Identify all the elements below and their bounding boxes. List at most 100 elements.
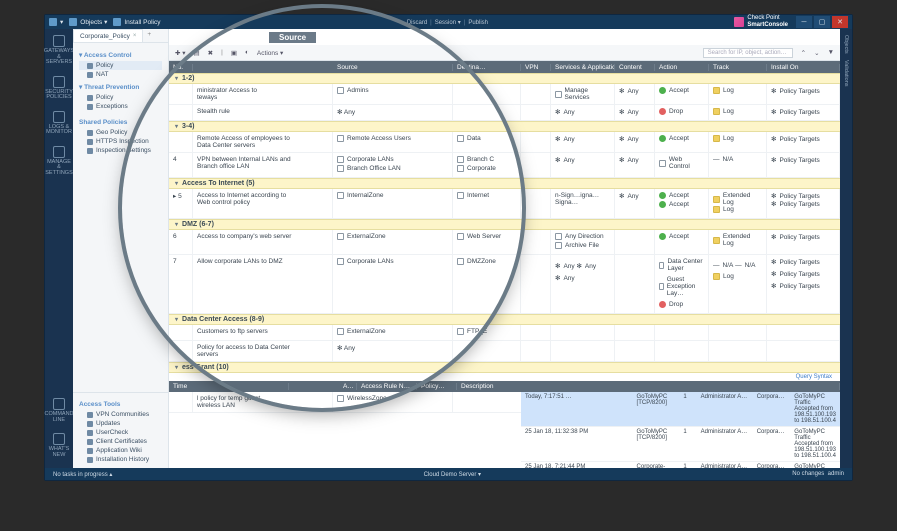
log-icon — [713, 196, 720, 203]
add-tab-button[interactable]: + — [143, 29, 155, 42]
table-row[interactable]: Policy for access to Data Center servers… — [169, 341, 840, 362]
toolbar: ✚ ▾ ▤ ✖ | ▣ ◐ Actions ▾ Search for IP, o… — [169, 45, 840, 61]
server-indicator[interactable]: Cloud Demo Server ▾ — [424, 471, 481, 478]
network-icon — [457, 135, 464, 142]
log-row[interactable]: Today, 7:17:51 …GoToMyPC [TCP/8200]1 Adm… — [521, 392, 840, 427]
globe-icon — [87, 130, 93, 136]
tasks-indicator[interactable]: No tasks in progress ▴ — [53, 471, 112, 478]
close-button[interactable]: ✕ — [832, 16, 848, 28]
rail-manage[interactable]: MANAGE & SETTINGS — [45, 146, 73, 177]
sidebar-item-vpn[interactable]: VPN Communities — [79, 410, 162, 419]
table-row[interactable]: 7Allow corporate LANs to DMZ Corporate L… — [169, 255, 840, 314]
brand-logo: Check PointSmartConsole — [734, 15, 788, 29]
accept-icon — [659, 233, 666, 240]
log-icon — [713, 206, 720, 213]
sidebar-item-policy[interactable]: Policy — [79, 61, 162, 70]
filter-button[interactable]: ▼ — [828, 49, 834, 56]
section-threat-prevention[interactable]: ▾ Threat Prevention — [79, 83, 162, 91]
log-icon — [713, 273, 720, 280]
sidebar-item-certs[interactable]: Client Certificates — [79, 437, 162, 446]
section-access-tools: Access Tools — [79, 401, 162, 408]
section-row[interactable]: ▾1-2) — [169, 73, 840, 84]
log-table-header: TimeA… Access Rule N…Policy…Description — [169, 381, 840, 392]
add-rule-button[interactable]: ✚ ▾ — [175, 49, 186, 57]
table-row[interactable]: 6Access to company's web server External… — [169, 230, 840, 255]
table-row[interactable]: 4VPN between Internal LANs and Branch of… — [169, 153, 840, 178]
tool-button[interactable]: ▤ — [194, 49, 200, 57]
tool-button[interactable]: ✖ — [208, 49, 213, 57]
group-icon — [337, 258, 344, 265]
query-syntax-link[interactable]: Query Syntax — [169, 373, 840, 381]
section-shared-policies: Shared Policies — [79, 119, 162, 126]
titlebar: ▾ Objects ▾ Install Policy Discard|Sessi… — [45, 15, 852, 29]
section-row[interactable]: ▾3-4) — [169, 121, 840, 132]
log-icon — [713, 237, 720, 244]
accept-icon — [659, 192, 666, 199]
zone-icon — [337, 328, 344, 335]
search-input[interactable]: Search for IP, object, action… — [703, 48, 793, 58]
table-row[interactable]: Remote Access of employees to Data Cente… — [169, 132, 840, 153]
policy-icon — [87, 95, 93, 101]
cloud-icon — [457, 192, 464, 199]
accept-icon — [659, 135, 666, 142]
sidebar-item-inspection[interactable]: Inspection Settings — [79, 146, 162, 155]
zone-icon — [337, 192, 344, 199]
sidebar-item-updates[interactable]: Updates — [79, 419, 162, 428]
close-tab-icon[interactable]: × — [133, 33, 137, 39]
rail-security[interactable]: SECURITY POLICIES — [45, 76, 73, 101]
layer-icon — [659, 283, 664, 290]
sidebar-item-exceptions[interactable]: Exceptions — [79, 102, 162, 111]
sidebar-item-usercheck[interactable]: UserCheck — [79, 428, 162, 437]
drop-icon — [659, 301, 666, 308]
zone-icon — [337, 233, 344, 240]
table-row[interactable]: ▸ 5Access to Internet according to Web c… — [169, 189, 840, 219]
policy-icon — [87, 63, 93, 69]
table-row[interactable]: Stealth rule ✻ Any ✻ Any ✻ Any Drop Log … — [169, 105, 840, 121]
right-rail: Objects Validations — [840, 29, 852, 468]
tool-button[interactable]: ◐ — [245, 49, 249, 56]
user-icon — [87, 430, 93, 436]
lock-icon — [87, 139, 93, 145]
section-access-control[interactable]: ▾ Access Control — [79, 51, 162, 59]
sidebar-item-https[interactable]: HTTPS Inspection — [79, 137, 162, 146]
sidebar: Corporate_Policy× + ▾ Access Control Pol… — [73, 29, 169, 468]
rail-whatsnew[interactable]: WHAT'S NEW — [45, 433, 73, 458]
sidebar-item-installhist[interactable]: Installation History — [79, 455, 162, 464]
group-icon — [457, 165, 464, 172]
column-header-source: Source — [269, 32, 316, 43]
accept-icon — [659, 87, 666, 94]
menu-icon[interactable]: ▾ — [49, 18, 63, 26]
section-row[interactable]: ▾Data Center Access (8-9) — [169, 314, 840, 325]
section-row[interactable]: ▾DMZ (6-7) — [169, 219, 840, 230]
sidebar-item-nat[interactable]: NAT — [79, 70, 162, 79]
layer-icon — [659, 160, 666, 167]
table-row[interactable]: ministrator Access to teways Admins Mana… — [169, 84, 840, 105]
table-row[interactable]: Customers to ftp servers ExternalZone FT… — [169, 325, 840, 341]
sidebar-item-appwiki[interactable]: Application Wiki — [79, 446, 162, 455]
section-row[interactable]: ▾ess Grant (10) — [169, 362, 840, 373]
nav-up-button[interactable]: ⌃ — [801, 49, 806, 57]
right-rail-objects[interactable]: Objects — [843, 35, 849, 54]
table-row[interactable]: l policy for temp guest wireless LAN Wir… — [169, 392, 840, 413]
rail-logs[interactable]: LOGS & MONITOR — [45, 111, 73, 136]
rail-gateways[interactable]: GATEWAYS & SERVERS — [44, 35, 74, 66]
log-row[interactable]: 25 Jan 18, 7:21:44 PMCorporate-GW …1 Adm… — [521, 462, 840, 468]
rail-cmd[interactable]: COMMAND LINE — [44, 398, 73, 423]
objects-menu[interactable]: Objects ▾ — [69, 18, 107, 26]
sidebar-item-tp-policy[interactable]: Policy — [79, 93, 162, 102]
nat-icon — [87, 72, 93, 78]
minimize-button[interactable]: ─ — [796, 16, 812, 28]
right-rail-validations[interactable]: Validations — [843, 60, 849, 87]
table-header: No. SourceDestina… VPNServices & Applica… — [169, 61, 840, 73]
actions-menu[interactable]: Actions ▾ — [257, 49, 283, 57]
nav-down-button[interactable]: ⌄ — [814, 49, 819, 57]
install-policy-button[interactable]: Install Policy — [113, 18, 160, 26]
policy-tab[interactable]: Corporate_Policy× — [73, 29, 143, 42]
sidebar-item-geo[interactable]: Geo Policy — [79, 128, 162, 137]
book-icon — [87, 448, 93, 454]
section-row[interactable]: ▾Access To Internet (5) — [169, 178, 840, 189]
maximize-button[interactable]: ▢ — [814, 16, 830, 28]
exceptions-icon — [87, 104, 93, 110]
log-row[interactable]: 25 Jan 18, 11:32:38 PMGoToMyPC [TCP/8200… — [521, 427, 840, 462]
tool-button[interactable]: ▣ — [231, 49, 237, 57]
